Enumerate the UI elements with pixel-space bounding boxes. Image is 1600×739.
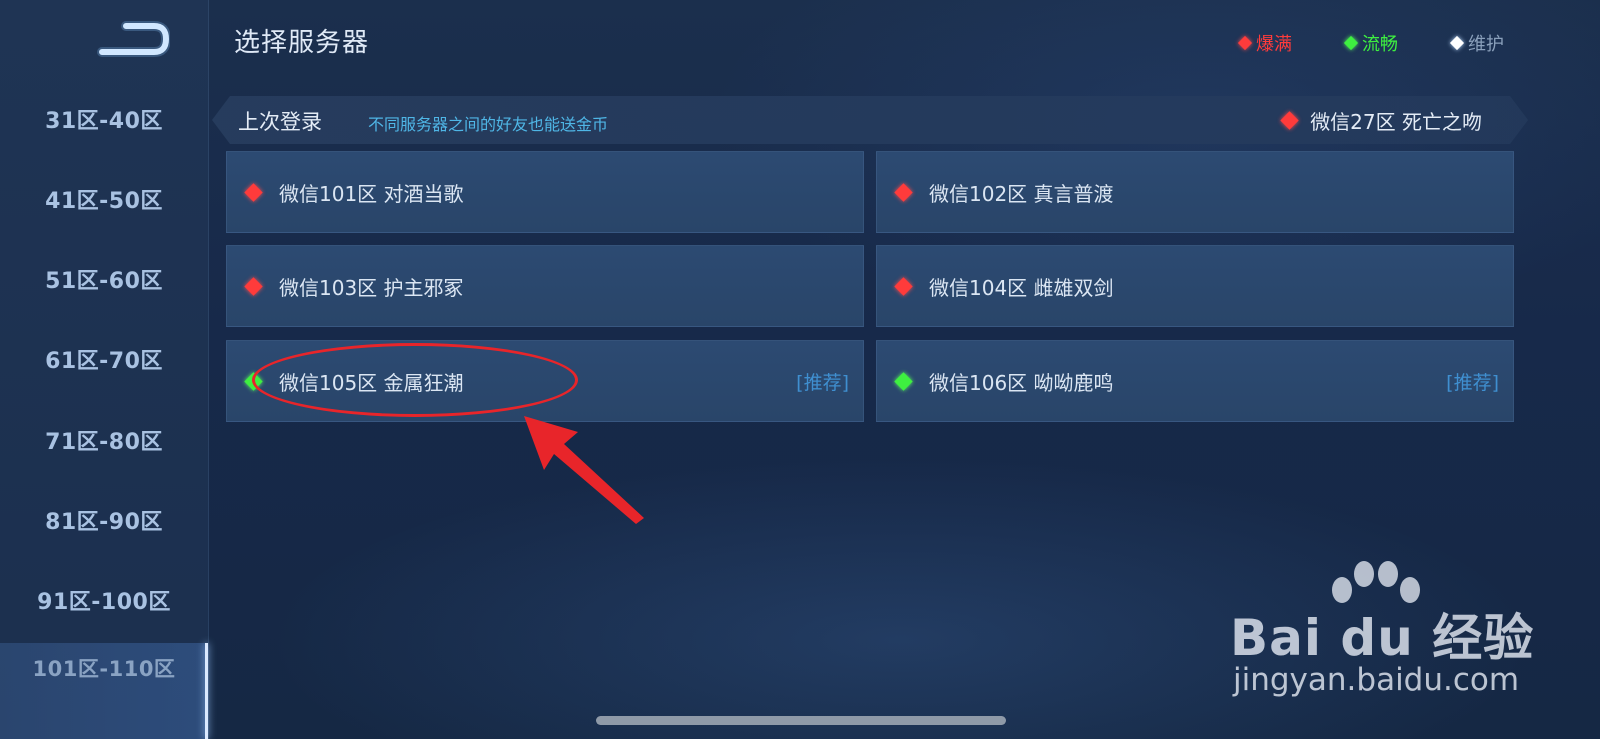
legend-smooth: 流畅: [1343, 30, 1398, 56]
sidebar-item-31-40[interactable]: 31区-40区: [0, 82, 208, 162]
server-name: 微信106区 呦呦鹿鸣: [929, 371, 1114, 395]
sidebar-item-71-80[interactable]: 71区-80区: [0, 403, 208, 483]
server-name: 微信102区 真言普渡: [929, 182, 1114, 206]
sidebar-item-91-100[interactable]: 91区-100区: [0, 563, 208, 643]
status-diamond-icon: [1449, 35, 1465, 51]
legend-label-smooth: 流畅: [1362, 34, 1398, 55]
sidebar-item-61-70[interactable]: 61区-70区: [0, 322, 208, 402]
annotation-circle: [252, 343, 578, 417]
recommend-tag: [推荐]: [1446, 372, 1499, 394]
zone-sidebar: 31区-40区 41区-50区 51区-60区 61区-70区 71区-80区 …: [0, 0, 209, 739]
sidebar-item-81-90[interactable]: 81区-90区: [0, 483, 208, 563]
server-name: 微信103区 护主邪冢: [279, 276, 464, 300]
status-diamond-icon: [244, 277, 263, 296]
watermark-brand: Bai du 经验: [1230, 609, 1535, 667]
legend-label-full: 爆满: [1256, 34, 1292, 55]
page-title: 选择服务器: [234, 28, 370, 58]
server-card[interactable]: 微信103区 护主邪冢: [226, 245, 864, 327]
server-name: 微信104区 雌雄双剑: [929, 276, 1114, 300]
sidebar-item-51-60[interactable]: 51区-60区: [0, 242, 208, 322]
home-indicator: [596, 716, 1006, 725]
back-icon[interactable]: [96, 20, 170, 58]
last-login-tip: 不同服务器之间的好友也能送金币: [368, 115, 609, 134]
server-card[interactable]: 微信102区 真言普渡: [876, 151, 1514, 233]
status-diamond-icon: [244, 183, 263, 202]
sidebar-item-41-50[interactable]: 41区-50区: [0, 162, 208, 242]
status-diamond-icon: [894, 277, 913, 296]
status-diamond-icon: [894, 372, 913, 391]
watermark-url: jingyan.baidu.com: [1233, 662, 1520, 698]
annotation-arrow-icon: [524, 416, 644, 524]
legend-full: 爆满: [1237, 30, 1292, 56]
sidebar-item-101-110[interactable]: 101区-110区: [0, 643, 208, 739]
recommend-tag: [推荐]: [796, 372, 849, 394]
legend-label-maintenance: 维护: [1468, 34, 1504, 55]
status-diamond-icon: [894, 183, 913, 202]
last-login-server-name: 微信27区 死亡之吻: [1310, 110, 1482, 134]
server-name: 微信101区 对酒当歌: [279, 182, 464, 206]
status-diamond-icon: [1280, 111, 1299, 130]
last-login-server[interactable]: 微信27区 死亡之吻: [1280, 106, 1482, 135]
legend-maintenance: 维护: [1449, 30, 1504, 56]
server-card[interactable]: 微信106区 呦呦鹿鸣 [推荐]: [876, 340, 1514, 422]
last-login-label: 上次登录: [238, 110, 322, 134]
server-card[interactable]: 微信104区 雌雄双剑: [876, 245, 1514, 327]
server-card[interactable]: 微信101区 对酒当歌: [226, 151, 864, 233]
status-diamond-icon: [1343, 35, 1359, 51]
status-diamond-icon: [1237, 35, 1253, 51]
